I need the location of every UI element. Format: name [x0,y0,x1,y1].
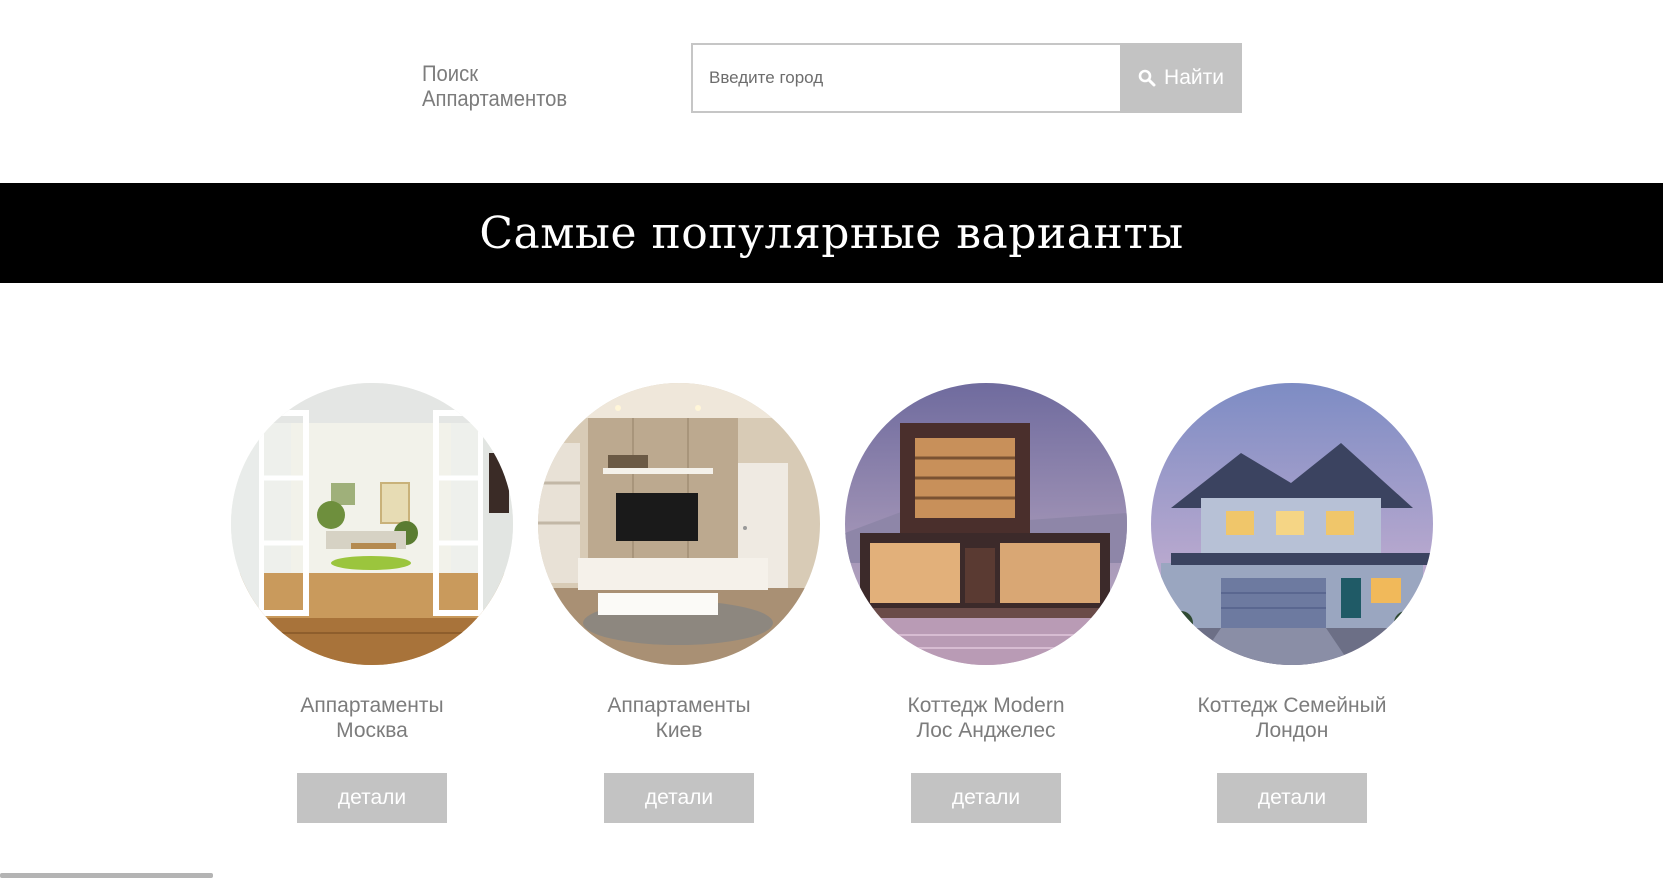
listing-cards: Аппартаменты Москва детали Аппартаменты … [0,383,1663,823]
details-button[interactable]: детали [604,773,754,823]
listing-title: Аппартаменты Москва [231,693,513,743]
logo-line-1: Поиск [422,61,479,86]
listing-title-line-1: Коттедж Modern [907,694,1065,717]
listing-card: Коттедж Семейный Лондон детали [1151,383,1433,823]
listing-title-line-2: Киев [655,719,703,742]
listing-card: Аппартаменты Киев детали [538,383,820,823]
listing-photo[interactable] [1151,383,1433,665]
section-title: Самые популярные варианты [479,207,1184,259]
section-banner: Самые популярные варианты [0,183,1663,283]
site-logo[interactable]: Поиск Аппартаментов [422,61,567,111]
listing-title: Коттедж Modern Лос Анджелес [845,693,1127,743]
listing-title: Коттедж Семейный Лондон [1151,693,1433,743]
search-button[interactable]: Найти [1120,43,1242,113]
listing-title-line-1: Аппартаменты [607,694,751,717]
listing-title-line-2: Москва [336,719,408,742]
listing-title: Аппартаменты Киев [538,693,820,743]
header: Поиск Аппартаментов Найти [0,0,1663,183]
city-search-input[interactable] [691,43,1120,113]
listing-title-line-1: Аппартаменты [300,694,444,717]
listing-photo[interactable] [231,383,513,665]
search-button-label: Найти [1164,66,1224,89]
details-button[interactable]: детали [297,773,447,823]
details-button[interactable]: детали [911,773,1061,823]
listing-photo[interactable] [845,383,1127,665]
logo-line-2: Аппартаментов [422,86,568,111]
listing-title-line-2: Лос Анджелес [916,719,1056,742]
horizontal-scrollbar[interactable] [0,873,213,878]
search-icon [1138,69,1156,87]
listing-title-line-2: Лондон [1255,719,1329,742]
listing-photo[interactable] [538,383,820,665]
listing-card: Коттедж Modern Лос Анджелес детали [845,383,1127,823]
page: Поиск Аппартаментов Найти Самые популярн… [0,0,1663,878]
listing-card: Аппартаменты Москва детали [231,383,513,823]
search-form: Найти [691,43,1242,113]
listing-title-line-1: Коттедж Семейный [1197,694,1387,717]
details-button[interactable]: детали [1217,773,1367,823]
